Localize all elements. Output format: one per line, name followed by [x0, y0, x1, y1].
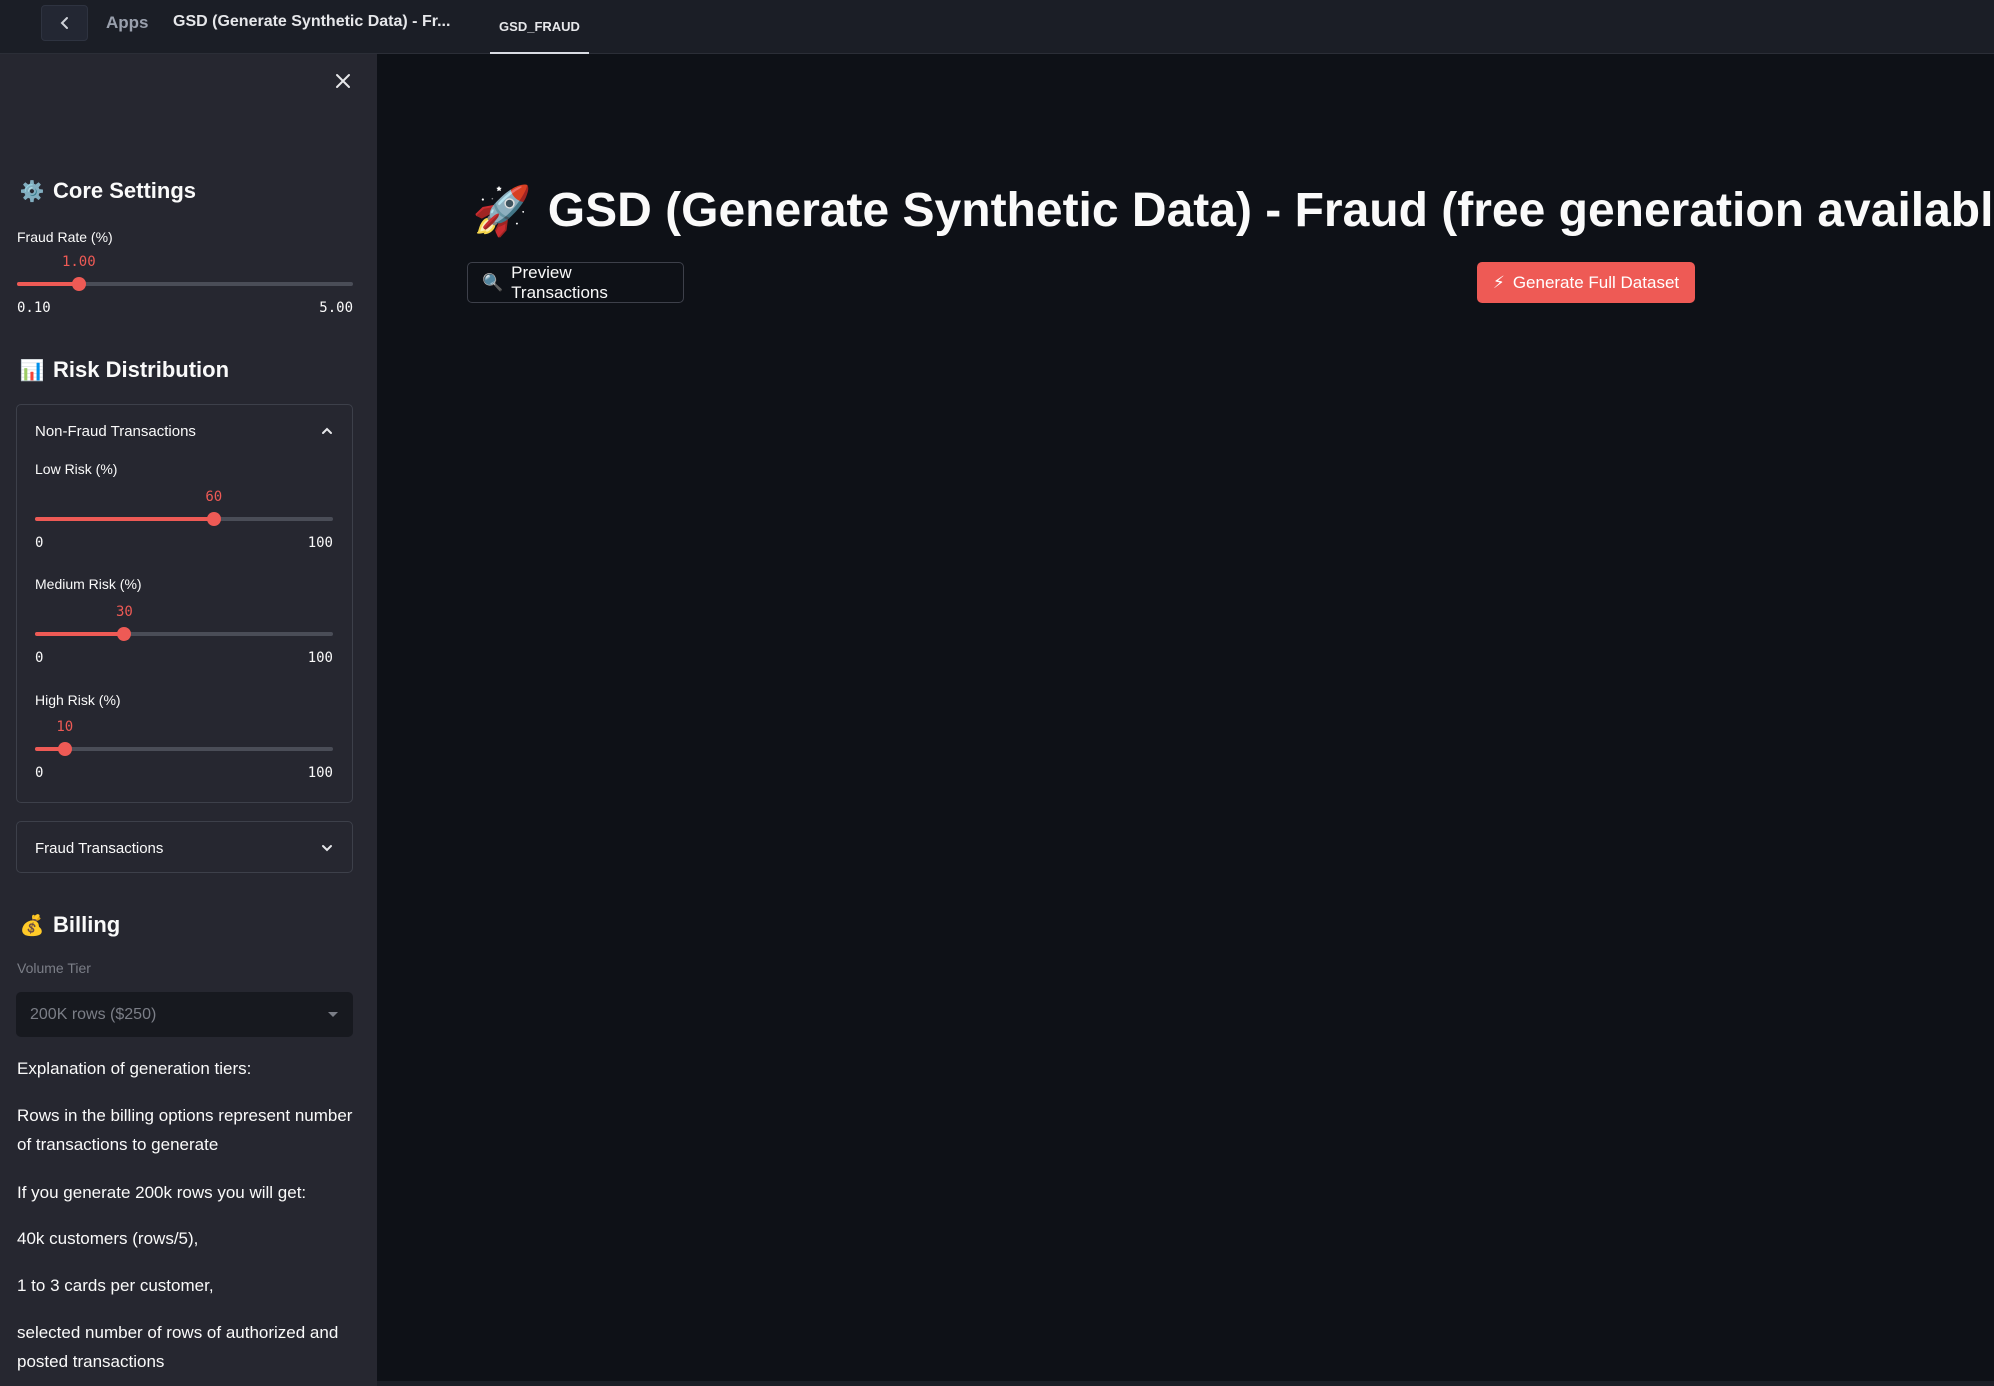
- page-title: 🚀 GSD (Generate Synthetic Data) - Fraud …: [472, 182, 1994, 239]
- slider-thumb[interactable]: [57, 742, 72, 756]
- fraud-expander: Fraud Transactions: [16, 821, 353, 873]
- slider-thumb[interactable]: [117, 627, 132, 641]
- core-settings-title: Core Settings: [53, 178, 197, 203]
- slider-value: 1.00: [61, 254, 96, 270]
- fraud-expander-header[interactable]: Fraud Transactions: [17, 822, 352, 874]
- slider-value: 30: [115, 604, 133, 620]
- chevron-up-icon: [322, 427, 332, 434]
- slider-min: 0: [35, 535, 44, 551]
- rocket-icon: 🚀: [472, 185, 532, 238]
- magnifier-icon: 🔍: [482, 272, 504, 292]
- slider-max: 5.00: [319, 300, 353, 316]
- fraud-rate-slider[interactable]: 1.00 0.10 5.00: [17, 254, 353, 316]
- medium-risk-label: Medium Risk (%): [35, 576, 142, 592]
- slider-max: 100: [307, 535, 333, 551]
- preview-transactions-button[interactable]: 🔍 Preview Transactions: [467, 262, 684, 303]
- slider-max: 100: [307, 765, 333, 781]
- non-fraud-expander-header[interactable]: Non-Fraud Transactions: [17, 405, 352, 457]
- slider-min: 0: [35, 765, 44, 781]
- slider-min: 0: [35, 650, 44, 666]
- slider-min: 0.10: [17, 300, 51, 316]
- slider-thumb[interactable]: [206, 512, 221, 526]
- tiers-explanation-200k: If you generate 200k rows you will get:: [17, 1183, 307, 1202]
- tab-label: GSD_FRAUD: [499, 18, 580, 34]
- volume-tier-label: Volume Tier: [17, 960, 91, 976]
- volume-tier-select[interactable]: 200K rows ($250): [16, 992, 353, 1037]
- low-risk-slider[interactable]: 60 0 100: [35, 489, 333, 551]
- bar-chart-icon: 📊: [19, 359, 45, 382]
- tab-gsd-fraud[interactable]: GSD_FRAUD: [490, 0, 589, 54]
- preview-button-label: Preview Transactions: [511, 262, 608, 302]
- generate-button-label: Generate Full Dataset: [1512, 272, 1680, 292]
- slider-fill: [17, 282, 79, 286]
- tiers-explanation-customers: 40k customers (rows/5),: [17, 1229, 199, 1248]
- tiers-explanation-rows: Rows in the billing options represent nu…: [17, 1106, 353, 1154]
- expander-title: Non-Fraud Transactions: [35, 422, 196, 440]
- non-fraud-expander: Non-Fraud Transactions Low Risk (%) 60 0…: [16, 404, 353, 803]
- tiers-explanation-heading: Explanation of generation tiers:: [17, 1059, 252, 1078]
- slider-value: 60: [205, 489, 223, 505]
- core-settings-header: ⚙️ Core Settings: [19, 178, 196, 204]
- billing-header: 💰 Billing: [19, 912, 121, 938]
- money-bag-icon: 💰: [19, 914, 45, 937]
- bottom-divider: [377, 1381, 1994, 1386]
- slider-track: [35, 747, 333, 751]
- gear-icon: ⚙️: [19, 180, 45, 203]
- breadcrumb-apps[interactable]: Apps: [106, 13, 149, 33]
- low-risk-label: Low Risk (%): [35, 461, 118, 477]
- medium-risk-slider[interactable]: 30 0 100: [35, 604, 333, 666]
- generate-full-dataset-button[interactable]: ⚡ Generate Full Dataset: [1477, 262, 1695, 303]
- chevron-left-icon: [60, 17, 68, 29]
- lightning-icon: ⚡: [1492, 272, 1505, 292]
- slider-thumb[interactable]: [71, 277, 86, 291]
- risk-distribution-header: 📊 Risk Distribution: [19, 357, 229, 383]
- top-bar: Apps GSD (Generate Synthetic Data) - Fr.…: [0, 0, 1994, 54]
- page-title-text: GSD (Generate Synthetic Data) - Fraud (f…: [547, 184, 1994, 237]
- risk-distribution-title: Risk Distribution: [53, 357, 230, 382]
- close-icon: [336, 74, 350, 88]
- tiers-explanation-cards: 1 to 3 cards per customer,: [17, 1276, 214, 1295]
- slider-fill: [35, 517, 214, 521]
- high-risk-label: High Risk (%): [35, 692, 121, 708]
- slider-value: 10: [56, 719, 74, 735]
- slider-fill: [35, 632, 125, 636]
- back-button[interactable]: [41, 5, 88, 41]
- chevron-down-icon: [322, 845, 332, 852]
- billing-title: Billing: [53, 912, 121, 937]
- expander-title: Fraud Transactions: [35, 839, 164, 857]
- sidebar: ⚙️ Core Settings Fraud Rate (%) 1.00 0.1…: [0, 54, 377, 1386]
- fraud-rate-label: Fraud Rate (%): [17, 229, 113, 245]
- high-risk-slider[interactable]: 10 0 100: [35, 719, 333, 781]
- slider-max: 100: [307, 650, 333, 666]
- tiers-explanation-transactions: selected number of rows of authorized an…: [17, 1323, 339, 1371]
- close-sidebar-button[interactable]: [332, 70, 354, 92]
- caret-down-icon: [328, 1011, 338, 1017]
- breadcrumb-page-title[interactable]: GSD (Generate Synthetic Data) - Fr...: [173, 13, 450, 31]
- volume-tier-value: 200K rows ($250): [30, 1005, 157, 1023]
